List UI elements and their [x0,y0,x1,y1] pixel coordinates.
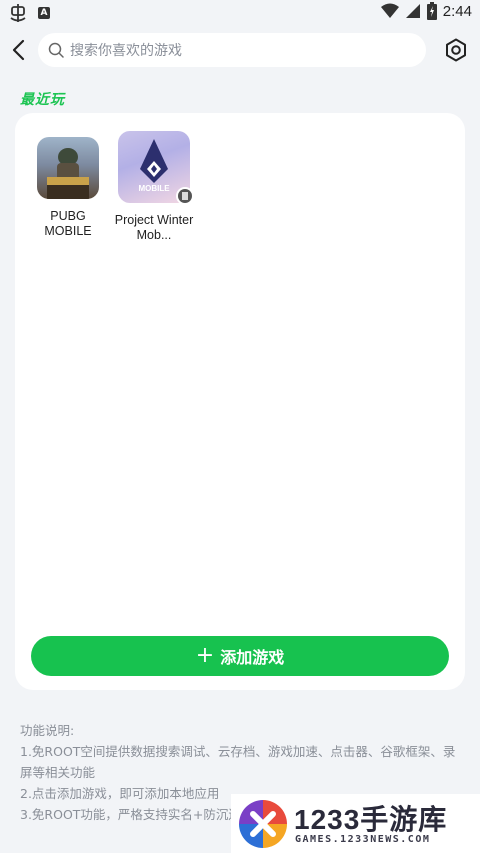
plus-icon: + [195,643,215,668]
watermark-title: 1233手游库 [294,804,448,835]
status-bar: A 2:44 [0,0,480,26]
add-game-button[interactable]: + 添加游戏 [31,636,449,676]
notification-a-icon: A [38,7,50,19]
watermark-subtitle: GAMES.1233NEWS.COM [295,834,431,845]
wifi-icon [380,3,399,18]
back-button[interactable] [8,36,32,64]
signal-icon [405,4,420,18]
recent-games-card: PUBG MOBILE MOBILE Project Winter Mob...… [15,113,465,690]
add-game-label: 添加游戏 [220,648,285,667]
game-item-pubg-mobile[interactable]: PUBG MOBILE [25,129,111,239]
battery-icon [426,2,437,20]
game-item-project-winter[interactable]: MOBILE Project Winter Mob... [111,129,197,243]
game-badge-icon [176,187,194,205]
project-winter-app-icon: MOBILE [118,131,194,205]
bug-icon [10,4,26,22]
watermark-logo-icon [239,800,287,848]
app-screen: A 2:44 搜索你喜欢的游戏 最近玩 PUBG MOBILE MOBILE P… [0,0,480,853]
game-name: PUBG MOBILE [44,209,92,238]
settings-gear-icon[interactable] [444,38,468,62]
game-name: Project Winter Mob... [114,213,194,242]
search-input[interactable]: 搜索你喜欢的游戏 [38,33,426,67]
status-time: 2:44 [442,2,472,20]
site-watermark: 1233手游库 GAMES.1233NEWS.COM [231,794,480,853]
pubg-mobile-app-icon [37,137,99,199]
search-placeholder: 搜索你喜欢的游戏 [70,43,182,59]
search-header: 搜索你喜欢的游戏 [0,30,480,70]
recent-section-title: 最近玩 [20,92,65,108]
note-item: 1.免ROOT空间提供数据搜索调试、云存档、游戏加速、点击器、谷歌框架、录屏等相… [20,744,456,780]
search-icon [48,42,64,58]
notes-title: 功能说明: [20,723,75,738]
